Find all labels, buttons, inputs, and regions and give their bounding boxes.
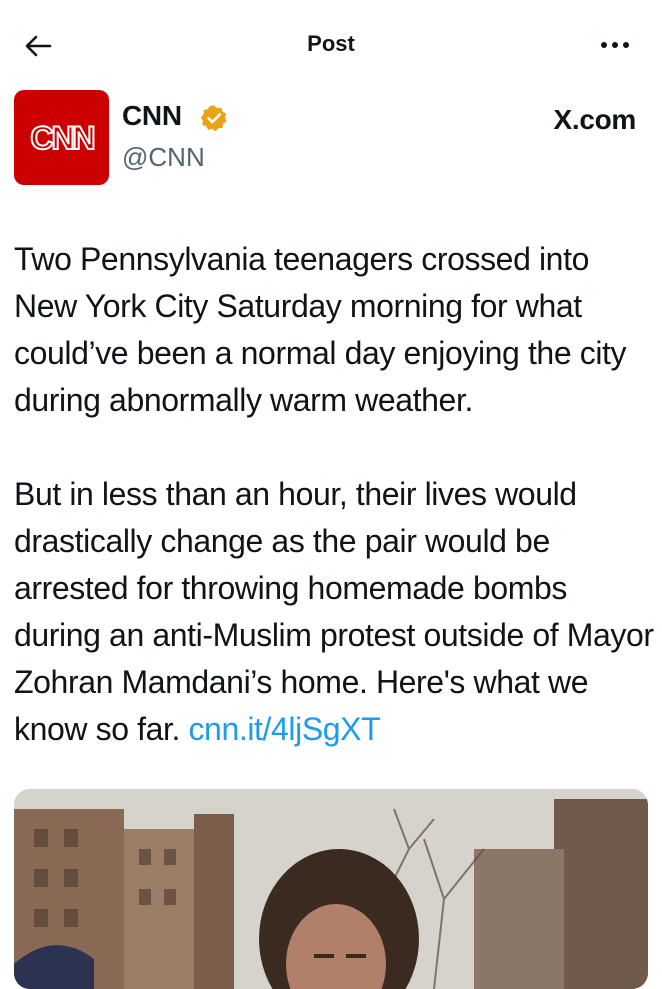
more-button[interactable] (598, 30, 632, 60)
tweet-link[interactable]: cnn.it/4ljSgXT (188, 711, 380, 747)
tweet-photo[interactable] (14, 789, 648, 989)
cnn-logo-icon: CNN (29, 119, 96, 157)
author-row: CNN CNN @CNN X.com (14, 90, 648, 186)
x-com-watermark: X.com (553, 104, 636, 135)
photo-scene (14, 789, 648, 989)
page-title: Post (307, 31, 355, 56)
tweet-paragraph-1: Two Pennsylvania teenagers crossed into … (14, 241, 635, 418)
author-name[interactable]: CNN (122, 100, 182, 132)
top-bar: Post (0, 0, 662, 90)
tweet-paragraph-2: But in less than an hour, their lives wo… (14, 476, 662, 747)
tweet-text: Two Pennsylvania teenagers crossed into … (14, 236, 654, 753)
gold-verified-badge-icon[interactable] (200, 104, 228, 132)
avatar[interactable]: CNN (14, 90, 109, 185)
author-handle[interactable]: @CNN (122, 142, 205, 173)
svg-text:CNN: CNN (30, 120, 93, 156)
more-horizontal-icon (601, 42, 629, 48)
